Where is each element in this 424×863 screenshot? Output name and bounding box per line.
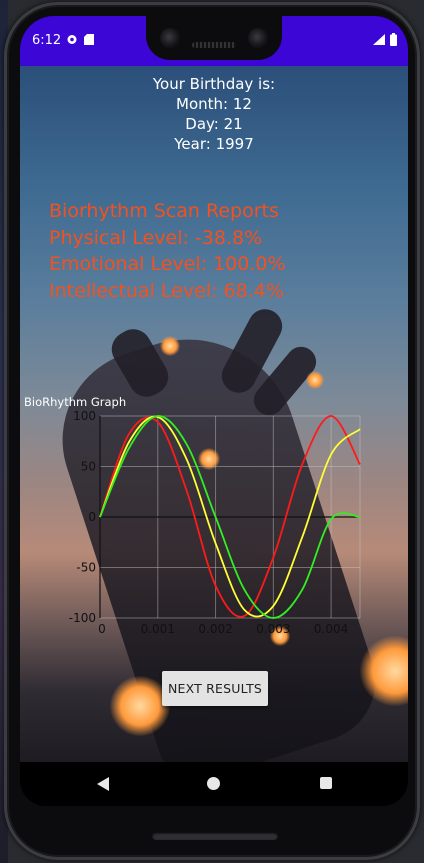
y-tick-label: -100: [69, 611, 96, 625]
physical-level: Physical Level: -38.8%: [49, 226, 263, 249]
x-tick-label: 0: [98, 622, 106, 636]
front-camera-left: [160, 28, 180, 48]
x-tick-label: 0.002: [198, 622, 232, 636]
y-tick-label: 100: [73, 409, 96, 423]
biorhythm-report: Biorhythm Scan Reports Physical Level: -…: [49, 198, 286, 304]
earpiece-speaker: [192, 42, 236, 48]
y-tick-label: 0: [88, 510, 96, 524]
bottom-speaker-slot: [152, 832, 278, 840]
birthday-year: Year: 1997: [174, 135, 254, 153]
front-camera-right: [248, 28, 268, 48]
y-tick-label: -50: [76, 561, 96, 575]
bokeh-light: [306, 371, 324, 389]
signal-icon: [373, 34, 385, 45]
phone-frame: 6:12 Your Birthday is: Month: 12 Day: 21…: [4, 2, 420, 860]
battery-icon: [390, 33, 397, 46]
sd-card-icon: [84, 34, 94, 45]
bokeh-light: [110, 676, 170, 736]
report-title: Biorhythm Scan Reports: [49, 200, 279, 222]
birthday-month: Month: 12: [176, 95, 252, 113]
x-tick-label: 0.001: [141, 622, 175, 636]
recent-apps-icon[interactable]: [320, 777, 332, 789]
biorhythm-chart: 100500-50-1000 0.001 0.002 0.003 0.004: [69, 409, 361, 636]
home-icon[interactable]: [207, 777, 220, 790]
emotional-level: Emotional Level: 100.0%: [49, 253, 286, 275]
x-tick-label: 0.004: [314, 622, 348, 636]
birthday-day: Day: 21: [185, 115, 243, 133]
intellectual-level: Intellectual Level: 68.4%: [49, 279, 284, 302]
status-time: 6:12: [32, 33, 62, 48]
back-icon[interactable]: [97, 777, 109, 791]
bokeh-light: [160, 336, 180, 356]
navigation-bar: [20, 762, 408, 806]
x-tick-label: 0.003: [256, 622, 290, 636]
y-tick-label: 50: [81, 460, 96, 474]
birthday-heading: Your Birthday is:: [152, 75, 276, 93]
camera-notch: [146, 16, 282, 60]
settings-notification-icon: [67, 35, 77, 44]
phone-screen: 6:12 Your Birthday is: Month: 12 Day: 21…: [20, 16, 408, 806]
birthday-info: Your Birthday is: Month: 12 Day: 21 Year…: [20, 74, 408, 154]
next-results-button[interactable]: NEXT RESULTS: [162, 671, 268, 706]
